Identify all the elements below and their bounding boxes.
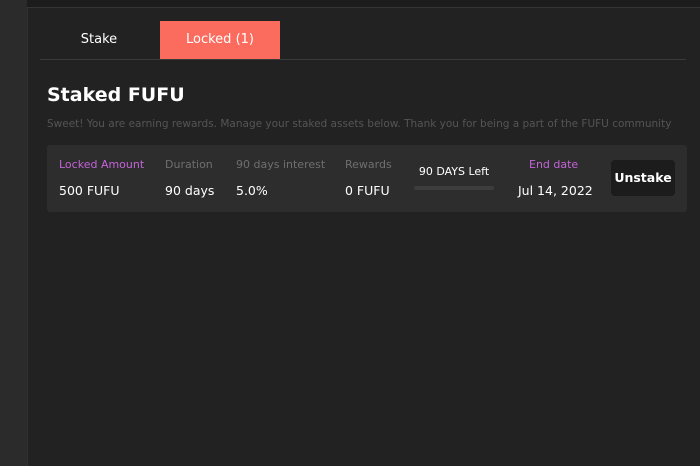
lock-progress-bar	[414, 186, 494, 190]
locked-amount-value: 500 FUFU	[59, 183, 120, 198]
page-subtitle: Sweet! You are earning rewards. Manage y…	[47, 118, 672, 130]
end-date-value: Jul 14, 2022	[518, 183, 593, 198]
end-date-label: End date	[529, 158, 579, 171]
left-sidebar-edge	[0, 0, 28, 466]
locked-amount-label: Locked Amount	[59, 158, 145, 171]
tab-locked[interactable]: Locked (1)	[160, 21, 280, 59]
unstake-button[interactable]: Unstake	[611, 160, 675, 196]
tab-bar: Stake Locked (1)	[40, 21, 686, 60]
interest-value: 5.0%	[236, 183, 268, 198]
duration-value: 90 days	[165, 183, 215, 198]
rewards-value: 0 FUFU	[345, 183, 390, 198]
interest-label: 90 days interest	[236, 158, 326, 171]
staked-position-card: Locked Amount 500 FUFU Duration 90 days …	[47, 145, 687, 212]
tab-stake[interactable]: Stake	[40, 21, 158, 59]
days-left-text: 90 DAYS Left	[418, 165, 490, 178]
duration-label: Duration	[165, 158, 213, 171]
page-title: Staked FUFU	[47, 84, 185, 106]
rewards-label: Rewards	[345, 158, 392, 171]
top-bar	[27, 0, 700, 8]
